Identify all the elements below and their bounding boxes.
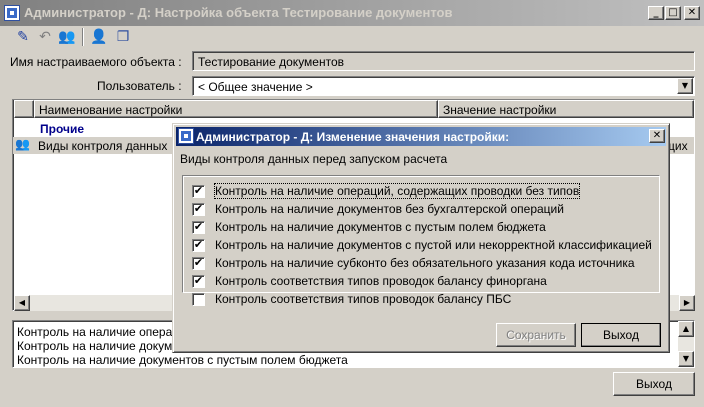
dialog-title: Администратор - Д: Изменение значения на… [196, 130, 510, 144]
checkbox[interactable]: ✔ [192, 239, 205, 252]
app-icon [4, 5, 20, 21]
checkbox[interactable]: ✔ [192, 257, 205, 270]
column-header-name[interactable]: Наименование настройки [34, 100, 438, 118]
edit-icon[interactable]: ✎ [12, 26, 34, 48]
user-label: Пользователь : [97, 79, 182, 93]
checkbox-label: Контроль на наличие операций, содержащих… [213, 183, 581, 199]
column-header-value[interactable]: Значение настройки [438, 100, 694, 118]
description-line: Контроль на наличие докум [17, 339, 173, 353]
dialog-close-button[interactable]: ✕ [649, 129, 665, 143]
row-name: Виды контроля данных [38, 139, 168, 153]
scroll-right-icon[interactable]: ▶ [679, 295, 695, 311]
object-name-label: Имя настраиваемого объекта : [10, 55, 182, 69]
checkbox-group: ✔ Контроль на наличие операций, содержащ… [182, 175, 660, 306]
dialog-exit-button[interactable]: Выход [581, 323, 661, 347]
dialog-caption: Виды контроля данных перед запуском расч… [180, 152, 448, 166]
main-title-bar: Администратор - Д: Настройка объекта Тес… [0, 0, 704, 26]
users-icon[interactable]: 👥 [56, 26, 78, 48]
scroll-down-icon[interactable]: ▼ [678, 351, 694, 367]
checkbox[interactable]: ✔ [192, 221, 205, 234]
dialog-app-icon [178, 128, 194, 144]
checkbox-label: Контроль соответствия типов проводок бал… [215, 274, 547, 288]
checkbox-label: Контроль соответствия типов проводок бал… [215, 292, 512, 306]
scroll-left-icon[interactable]: ◀ [14, 295, 30, 311]
user-icon[interactable]: 👤 [88, 26, 110, 48]
checkbox-label: Контроль на наличие документов без бухга… [215, 202, 564, 216]
user-select[interactable]: < Общее значение > ▼ [192, 76, 695, 96]
checkbox-label: Контроль на наличие документов с пустой … [215, 238, 652, 252]
edit-setting-dialog: Администратор - Д: Изменение значения на… [172, 123, 670, 353]
chevron-down-icon[interactable]: ▼ [677, 78, 693, 94]
checkbox-label: Контроль на наличие субконто без обязате… [215, 256, 635, 270]
users-icon: 👥 [15, 137, 30, 151]
dialog-title-bar: Администратор - Д: Изменение значения на… [176, 127, 666, 146]
main-exit-button[interactable]: Выход [613, 372, 695, 396]
vertical-scrollbar[interactable]: ▲ ▼ [678, 321, 694, 367]
checkbox-label: Контроль на наличие документов с пустым … [215, 220, 546, 234]
minimize-button[interactable]: _ [648, 6, 664, 20]
save-button[interactable]: Сохранить [496, 323, 576, 347]
description-line: Контроль на наличие опера [17, 325, 173, 339]
toolbar-separator [82, 28, 84, 46]
group-row-label[interactable]: Прочие [40, 122, 84, 136]
scroll-up-icon[interactable]: ▲ [678, 321, 694, 337]
maximize-button[interactable]: □ [665, 6, 681, 20]
object-name-field: Тестирование документов [192, 51, 695, 71]
checkbox[interactable]: ✔ [192, 275, 205, 288]
checkbox[interactable]: ✔ [192, 185, 205, 198]
checkbox[interactable] [192, 293, 205, 306]
grid-corner [14, 100, 34, 118]
description-line: Контроль на наличие документов с пустым … [17, 353, 348, 367]
checkbox[interactable]: ✔ [192, 203, 205, 216]
close-button[interactable]: ✕ [684, 6, 700, 20]
undo-icon[interactable]: ↶ [34, 26, 56, 48]
main-window-title: Администратор - Д: Настройка объекта Тес… [24, 5, 453, 20]
copy-icon[interactable]: ❐ [112, 26, 134, 48]
user-select-value: < Общее значение > [198, 80, 313, 94]
